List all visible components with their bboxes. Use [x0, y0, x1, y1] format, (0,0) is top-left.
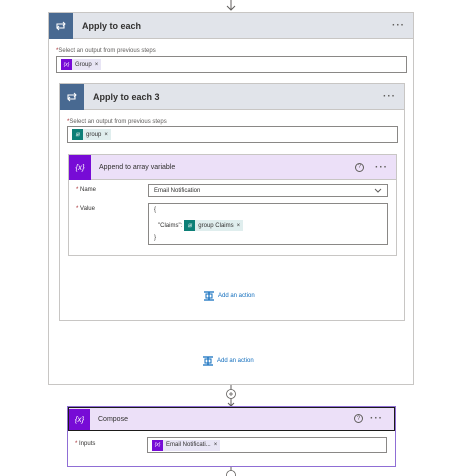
help-icon[interactable]: ?: [355, 162, 364, 172]
apply-to-each-card: Apply to each ··· *Select an output from…: [48, 12, 414, 385]
group-token[interactable]: ⊞ group ×: [72, 129, 111, 140]
append-header[interactable]: {x} Append to array variable ? ···: [69, 154, 396, 180]
add-action-button[interactable]: Add an action: [203, 291, 255, 301]
loop-icon: [49, 12, 73, 39]
card-title: Compose: [98, 415, 128, 423]
json-claims-line: "Claims": ⊞ group Claims ×: [158, 220, 244, 231]
inputs-label: * Inputs: [75, 441, 96, 447]
more-options-icon[interactable]: ···: [370, 413, 391, 424]
remove-token-icon[interactable]: ×: [92, 62, 99, 68]
variable-icon: {x}: [61, 59, 72, 70]
json-open-brace: {: [154, 207, 157, 213]
output-select-input[interactable]: ⊞ group ×: [67, 126, 398, 143]
compose-header[interactable]: {x} Compose: [68, 407, 395, 431]
more-options-icon[interactable]: ···: [392, 20, 413, 31]
chevron-down-icon: [374, 188, 382, 193]
help-icon[interactable]: ?: [354, 414, 363, 423]
add-action-icon: [203, 356, 213, 366]
flow-designer-canvas: Apply to each ··· *Select an output from…: [0, 0, 474, 476]
variable-icon: {x}: [69, 154, 91, 180]
group-claims-token[interactable]: ⊞ group Claims ×: [184, 220, 244, 231]
dynamic-content-icon: ⊞: [184, 220, 196, 231]
variable-icon: {x}: [152, 439, 163, 451]
connector-insert-icon[interactable]: [222, 385, 240, 407]
remove-token-icon[interactable]: ×: [211, 442, 218, 448]
more-options-icon[interactable]: ···: [375, 162, 396, 173]
value-label: * Value: [76, 206, 95, 212]
append-to-array-card: {x} Append to array variable ? ··· * Nam…: [68, 154, 397, 256]
output-select-input[interactable]: {x} Group ×: [56, 56, 407, 73]
name-dropdown[interactable]: Email Notification: [148, 184, 388, 197]
field-caption: *Select an output from previous steps: [67, 119, 167, 125]
card-title: Append to array variable: [99, 163, 176, 171]
compose-icon: {x}: [69, 408, 90, 430]
remove-token-icon[interactable]: ×: [101, 132, 108, 138]
name-label: * Name: [76, 187, 97, 193]
inputs-field[interactable]: {x} Email Notificati... ×: [147, 437, 387, 453]
more-options-icon[interactable]: ···: [383, 91, 404, 102]
value-input[interactable]: { "Claims": ⊞ group Claims × }: [148, 203, 388, 245]
group-token[interactable]: {x} Group ×: [61, 59, 102, 70]
card-title: Apply to each 3: [93, 91, 160, 102]
apply-to-each-3-card: Apply to each 3 ··· *Select an output fr…: [59, 83, 405, 321]
add-action-button[interactable]: Add an action: [202, 356, 254, 366]
apply-to-each-header[interactable]: Apply to each ···: [49, 12, 413, 39]
add-action-icon: [204, 291, 214, 301]
remove-token-icon[interactable]: ×: [234, 223, 241, 229]
card-title: Apply to each: [82, 20, 142, 31]
loop-icon: [60, 83, 84, 110]
json-close-brace: }: [154, 235, 157, 241]
connector-arrow-icon: [226, 0, 236, 11]
compose-card: {x} Compose ? ··· * Inputs {x} Email Not…: [67, 406, 396, 467]
connector-insert-icon[interactable]: [222, 467, 240, 476]
field-caption: *Select an output from previous steps: [56, 48, 156, 54]
dynamic-content-icon: ⊞: [72, 129, 83, 140]
apply-to-each-3-header[interactable]: Apply to each 3 ···: [60, 83, 404, 110]
email-notification-token[interactable]: {x} Email Notificati... ×: [152, 439, 221, 451]
